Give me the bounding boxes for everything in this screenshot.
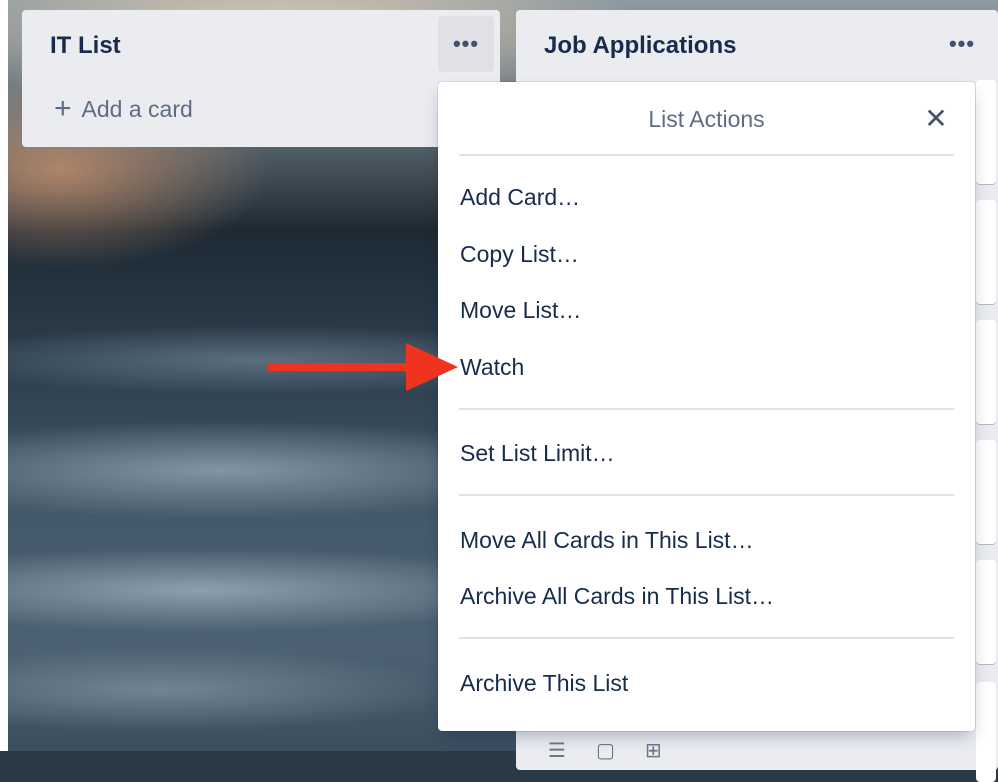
menu-item-add-card[interactable]: Add Card… xyxy=(460,177,940,217)
card[interactable] xyxy=(976,682,996,782)
close-button[interactable]: ✕ xyxy=(920,102,952,134)
menu-item-archive-list[interactable]: Archive This List xyxy=(460,663,940,703)
menu-item-archive-all-cards[interactable]: Archive All Cards in This List… xyxy=(460,576,940,616)
card[interactable] xyxy=(976,200,996,304)
list-menu-button-it[interactable]: ••• xyxy=(438,16,494,72)
list-title-job-applications[interactable]: Job Applications xyxy=(544,32,736,60)
more-horizontal-icon: ••• xyxy=(948,31,976,56)
more-horizontal-icon: ••• xyxy=(452,31,480,56)
add-card-label: Add a card xyxy=(81,95,193,122)
divider xyxy=(459,408,954,410)
card[interactable] xyxy=(976,560,996,664)
close-icon: ✕ xyxy=(924,102,948,134)
card[interactable] xyxy=(976,440,996,544)
menu-item-copy-list[interactable]: Copy List… xyxy=(460,234,940,274)
list-title-it[interactable]: IT List xyxy=(50,32,121,60)
list-it: IT List ••• + Add a card xyxy=(22,10,500,147)
list-menu-button-job[interactable]: ••• xyxy=(934,16,990,72)
menu-item-watch[interactable]: Watch xyxy=(460,347,940,387)
plus-icon: + xyxy=(54,92,72,125)
popover-title: List Actions xyxy=(648,106,765,132)
card[interactable] xyxy=(976,320,996,424)
divider xyxy=(459,494,954,496)
list-actions-popover: List Actions ✕ Add Card… Copy List… Move… xyxy=(438,82,975,731)
card[interactable] xyxy=(976,80,996,184)
add-card-button[interactable]: + Add a card xyxy=(54,94,193,124)
divider xyxy=(459,637,954,639)
divider xyxy=(459,154,954,156)
menu-item-move-all-cards[interactable]: Move All Cards in This List… xyxy=(460,520,940,560)
menu-item-set-list-limit[interactable]: Set List Limit… xyxy=(460,433,940,473)
left-edge xyxy=(0,0,8,751)
annotation-arrow-icon xyxy=(268,343,458,391)
menu-item-move-list[interactable]: Move List… xyxy=(460,290,940,330)
